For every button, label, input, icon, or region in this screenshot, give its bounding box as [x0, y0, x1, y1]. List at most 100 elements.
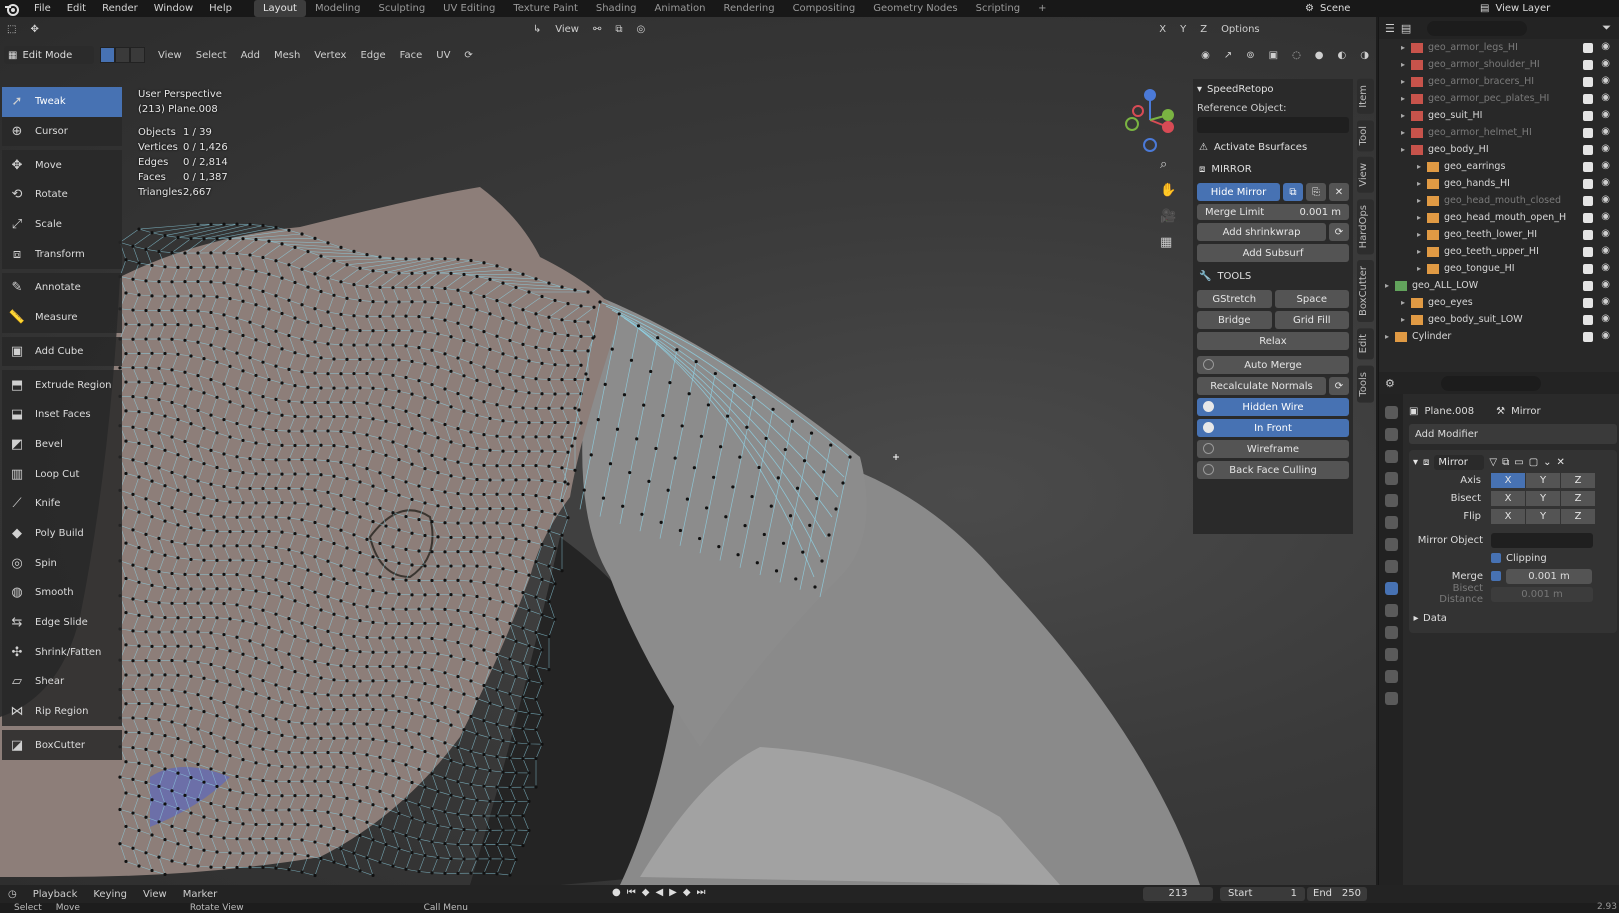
exclude-checkbox[interactable]	[1583, 264, 1593, 274]
zoom-icon[interactable]: ⌕	[1160, 157, 1176, 172]
visibility-eye-icon[interactable]: ◉	[1601, 211, 1610, 222]
tab-scripting[interactable]: Scripting	[967, 0, 1029, 17]
tool-extrude-region[interactable]: ⬒ Extrude Region	[2, 370, 122, 400]
visibility-eye-icon[interactable]: ◉	[1601, 126, 1610, 137]
hidden-wire-toggle[interactable]: Hidden Wire	[1197, 398, 1349, 416]
recalc-refresh-icon[interactable]: ⟳	[1329, 377, 1349, 395]
filter-icon[interactable]: ⏷	[1602, 21, 1611, 35]
next-keyframe-icon[interactable]: ◆	[683, 887, 691, 898]
expand-arrow-icon[interactable]: ▸	[1417, 162, 1427, 171]
menu-uv[interactable]: UV	[429, 50, 457, 61]
visibility-eye-icon[interactable]: ◉	[1601, 109, 1610, 120]
axis-z-toggle[interactable]: Z	[1561, 472, 1595, 488]
current-frame-field[interactable]: 213	[1143, 887, 1213, 901]
menu-marker[interactable]: Marker	[175, 889, 226, 900]
tool-rip-region[interactable]: ⋈ Rip Region	[2, 696, 122, 727]
exclude-checkbox[interactable]	[1583, 77, 1593, 87]
shading-solid-icon[interactable]: ●	[1308, 50, 1331, 61]
visibility-eye-icon[interactable]: ◉	[1601, 177, 1610, 188]
visibility-eye-icon[interactable]: ◉	[1601, 279, 1610, 290]
tool-smooth[interactable]: ◍ Smooth	[2, 578, 122, 608]
outliner-row[interactable]: ▸ geo_head_mouth_open_H ◉	[1379, 209, 1619, 226]
wireframe-toggle[interactable]: Wireframe	[1197, 440, 1349, 458]
tab-edit[interactable]: Edit	[1357, 328, 1374, 360]
visibility-eye-icon[interactable]: ◉	[1601, 245, 1610, 256]
object-tab-icon[interactable]	[1384, 560, 1398, 573]
tab-item[interactable]: Item	[1357, 79, 1374, 114]
shading-wire-icon[interactable]: ◌	[1285, 50, 1308, 61]
grid-ortho-icon[interactable]: ▦	[1160, 235, 1176, 250]
visibility-eye-icon[interactable]: ◉	[1601, 143, 1610, 154]
world-tab-icon[interactable]	[1384, 516, 1398, 529]
exclude-checkbox[interactable]	[1583, 145, 1593, 155]
tool-inset-faces[interactable]: ⬓ Inset Faces	[2, 399, 122, 430]
menu-view[interactable]: View	[151, 50, 189, 61]
visibility-eye-icon[interactable]: ◉	[1601, 58, 1610, 69]
expand-arrow-icon[interactable]: ▸	[1401, 60, 1411, 69]
blender-logo-icon[interactable]	[4, 2, 20, 16]
tool-scale[interactable]: ⤢ Scale	[2, 209, 122, 240]
add-modifier-dropdown[interactable]: Add Modifier	[1409, 424, 1617, 444]
modifier-tab-icon[interactable]	[1384, 582, 1398, 595]
tab-modeling[interactable]: Modeling	[306, 0, 370, 17]
xray-icon[interactable]: ▣	[1262, 50, 1285, 61]
space-button[interactable]: Space	[1274, 290, 1349, 308]
tab-animation[interactable]: Animation	[646, 0, 715, 17]
navigation-gizmo[interactable]	[1118, 87, 1188, 157]
tool-loop-cut[interactable]: ▥ Loop Cut	[2, 459, 122, 489]
tool-tweak[interactable]: ➚ Tweak	[2, 87, 122, 117]
play-icon[interactable]: ▶	[669, 887, 677, 898]
outliner-row[interactable]: ▸ geo_armor_legs_HI ◉	[1379, 39, 1619, 56]
tool-boxcutter[interactable]: ◪ BoxCutter	[2, 730, 122, 761]
outliner-row[interactable]: ▸ geo_body_suit_LOW ◉	[1379, 311, 1619, 328]
mirror-apply-icon[interactable]: ⧉	[1283, 183, 1303, 201]
tab-shading[interactable]: Shading	[587, 0, 646, 17]
expand-arrow-icon[interactable]: ▸	[1401, 77, 1411, 86]
data-subpanel[interactable]: ▸ Data	[1409, 609, 1617, 627]
expand-arrow-icon[interactable]: ▸	[1417, 264, 1427, 273]
menu-edge[interactable]: Edge	[353, 50, 392, 61]
scene-tab-icon[interactable]	[1384, 494, 1398, 507]
outliner-row[interactable]: ▸ geo_hands_HI ◉	[1379, 175, 1619, 192]
menu-timeline-view[interactable]: View	[135, 889, 175, 900]
render-tab-icon[interactable]	[1384, 428, 1398, 441]
snap-icon[interactable]: ⧉	[608, 24, 629, 35]
tool-knife[interactable]: ⟋ Knife	[2, 488, 122, 519]
particles-tab-icon[interactable]	[1384, 604, 1398, 617]
exclude-checkbox[interactable]	[1583, 230, 1593, 240]
mirror-object-field[interactable]	[1491, 532, 1593, 548]
visibility-icon[interactable]: ◉	[1194, 50, 1217, 61]
outliner-row[interactable]: ▸ geo_armor_helmet_HI ◉	[1379, 124, 1619, 141]
menu-help[interactable]: Help	[201, 0, 240, 17]
tool-tab-icon[interactable]	[1384, 406, 1398, 419]
cage-toggle-icon[interactable]: ⧉	[1502, 457, 1509, 468]
visibility-eye-icon[interactable]: ◉	[1601, 296, 1610, 307]
expand-arrow-icon[interactable]: ▸	[1385, 281, 1395, 290]
view-layer-tab-icon[interactable]	[1384, 472, 1398, 485]
record-icon[interactable]: ●	[612, 887, 621, 898]
menu-file[interactable]: File	[26, 0, 59, 17]
jump-start-icon[interactable]: ⏮	[627, 887, 636, 898]
outliner-row[interactable]: ▸ geo_earrings ◉	[1379, 158, 1619, 175]
collapse-arrow-icon[interactable]: ▾	[1413, 457, 1418, 468]
orientation-select[interactable]: View	[548, 24, 586, 35]
visibility-eye-icon[interactable]: ◉	[1601, 313, 1610, 324]
exclude-checkbox[interactable]	[1583, 213, 1593, 223]
add-shrinkwrap-button[interactable]: Add shrinkwrap	[1197, 223, 1326, 241]
expand-arrow-icon[interactable]: ▸	[1417, 247, 1427, 256]
jump-end-icon[interactable]: ⏭	[697, 887, 706, 898]
axis-y-toggle[interactable]: Y	[1526, 472, 1560, 488]
expand-arrow-icon[interactable]: ▸	[1401, 145, 1411, 154]
overlay-icon[interactable]: ⊚	[1239, 50, 1261, 61]
expand-arrow-icon[interactable]: ▸	[1417, 179, 1427, 188]
properties-editor-icon[interactable]: ⚙	[1385, 377, 1395, 390]
tool-edge-slide[interactable]: ⇆ Edge Slide	[2, 607, 122, 638]
tool-settings-icon[interactable]: ⬚	[0, 24, 23, 35]
tool-rotate[interactable]: ⟲ Rotate	[2, 180, 122, 210]
tool-cursor[interactable]: ⊕ Cursor	[2, 116, 122, 147]
exclude-checkbox[interactable]	[1583, 298, 1593, 308]
edge-select-icon[interactable]	[115, 47, 130, 63]
mirror-y-toggle[interactable]: Y	[1173, 24, 1193, 35]
tab-compositing[interactable]: Compositing	[784, 0, 865, 17]
outliner-search-input[interactable]	[1427, 20, 1528, 36]
